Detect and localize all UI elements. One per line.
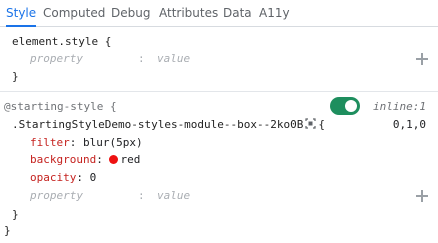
tab-computed[interactable]: Computed: [43, 0, 105, 27]
at-rule-line: @starting-style {: [4, 99, 117, 115]
element-style-rule: element.style { property : value }: [0, 28, 438, 92]
new-property-colon: :: [138, 52, 145, 65]
property-placeholder[interactable]: property: [30, 189, 83, 202]
style-panel-tabs: Style Computed Debug Attributes Data A11…: [0, 0, 438, 27]
new-property-colon: :: [138, 189, 145, 202]
rule-open-brace: {: [318, 118, 326, 131]
property-value[interactable]: blur(5px): [83, 136, 143, 149]
add-property-plus-icon[interactable]: [415, 52, 429, 66]
color-swatch-icon[interactable]: [109, 155, 119, 164]
element-picker-icon[interactable]: [305, 118, 317, 129]
value-placeholder[interactable]: value: [157, 189, 190, 202]
toggle-knob: [345, 100, 357, 112]
new-property-row: property: [30, 51, 83, 67]
starting-style-toggle[interactable]: [330, 97, 360, 115]
rule-selector-line: .StartingStyleDemo-styles-module--box--2…: [12, 117, 325, 133]
declaration-opacity: opacity: 0: [30, 171, 97, 184]
open-brace: {: [104, 35, 112, 48]
tab-attributes[interactable]: Attributes: [159, 0, 218, 27]
at-rule-label: @starting-style {: [4, 100, 117, 113]
new-property-row: property: [30, 188, 83, 204]
rule-selector[interactable]: .StartingStyleDemo-styles-module--box--2…: [12, 118, 303, 131]
tab-a11y[interactable]: A11y: [259, 0, 290, 27]
rule-close-brace: }: [12, 208, 19, 221]
tab-style[interactable]: Style: [6, 0, 37, 27]
property-name[interactable]: filter: [30, 136, 70, 149]
element-style-selector-line: element.style {: [12, 34, 111, 50]
specificity: 0,1,0: [392, 118, 426, 131]
at-rule-close-line: }: [4, 223, 11, 239]
rule-close-line: }: [12, 207, 19, 223]
add-property-plus-icon[interactable]: [415, 189, 429, 203]
tab-debug[interactable]: Debug: [111, 0, 150, 27]
property-placeholder[interactable]: property: [30, 52, 83, 65]
element-style-selector[interactable]: element.style: [12, 35, 98, 48]
value-placeholder[interactable]: value: [157, 52, 190, 65]
property-name[interactable]: opacity: [30, 171, 76, 184]
starting-style-block: @starting-style { inline:1 .StartingStyl…: [0, 93, 438, 243]
property-value[interactable]: red: [120, 153, 140, 166]
new-value-row: value: [157, 188, 190, 204]
new-value-row: value: [157, 51, 190, 67]
rule-source-link[interactable]: inline:1: [373, 100, 426, 113]
declaration-background: background: red: [30, 153, 141, 166]
property-name[interactable]: background: [30, 153, 96, 166]
at-rule-close-brace: }: [4, 224, 11, 237]
property-value[interactable]: 0: [90, 171, 97, 184]
element-style-close-line: }: [12, 69, 19, 85]
close-brace: }: [12, 70, 19, 83]
tab-data[interactable]: Data: [223, 0, 252, 27]
declaration-filter: filter: blur(5px): [30, 136, 143, 149]
